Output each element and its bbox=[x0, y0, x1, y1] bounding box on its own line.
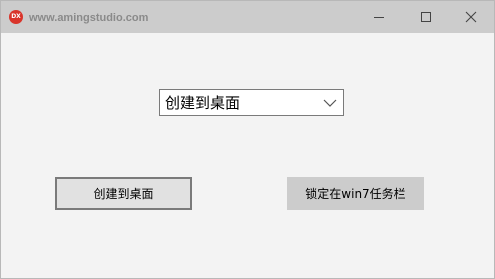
shortcut-target-select[interactable]: 创建到桌面 bbox=[159, 89, 344, 116]
minimize-icon bbox=[374, 17, 384, 18]
title-bar[interactable]: DX www.amingstudio.com bbox=[1, 1, 494, 33]
close-icon bbox=[465, 11, 477, 23]
create-desktop-button[interactable]: 创建到桌面 bbox=[55, 177, 192, 210]
app-window: DX www.amingstudio.com 创建到桌面 创建到桌面 锁定在wi… bbox=[0, 0, 495, 279]
maximize-icon bbox=[421, 12, 431, 22]
app-logo-icon: DX bbox=[9, 10, 23, 24]
window-title: www.amingstudio.com bbox=[29, 12, 149, 24]
pin-taskbar-button[interactable]: 锁定在win7任务栏 bbox=[287, 177, 424, 210]
select-value: 创建到桌面 bbox=[165, 94, 241, 112]
chevron-down-icon[interactable] bbox=[323, 98, 337, 108]
minimize-button[interactable] bbox=[356, 1, 402, 33]
maximize-button[interactable] bbox=[403, 1, 449, 33]
close-button[interactable] bbox=[448, 1, 494, 33]
